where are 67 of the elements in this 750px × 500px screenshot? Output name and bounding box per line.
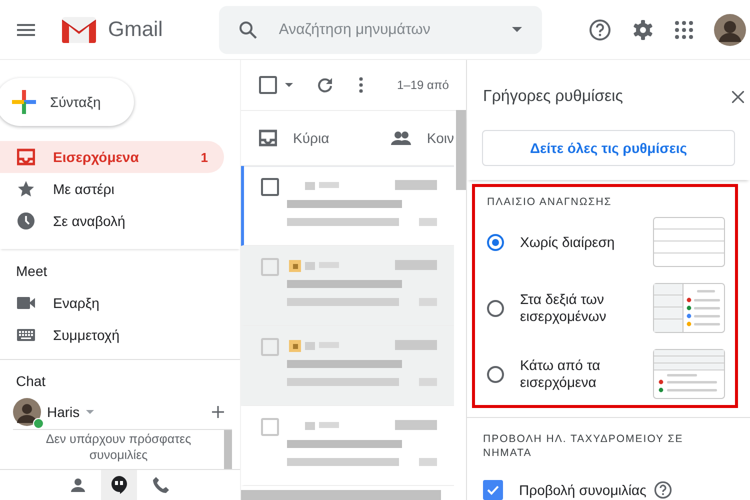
inbox-icon [17, 148, 35, 166]
category-tab[interactable]: Κύρια [241, 111, 373, 165]
radio-button[interactable] [487, 234, 504, 250]
nav-item[interactable]: Εναρξη [0, 287, 224, 319]
row-checkbox[interactable] [261, 178, 279, 196]
scrollbar[interactable] [241, 490, 441, 500]
nav-item[interactable]: Με αστέρι [0, 173, 224, 205]
envelope-logo-icon [62, 16, 96, 42]
star-icon [17, 180, 35, 198]
option-label[interactable]: Κάτω από τα εισερχόμενα [520, 357, 637, 391]
compose-button[interactable]: Σύνταξη [0, 78, 134, 126]
option-label[interactable]: Στα δεξιά των εισερχομένων [520, 291, 637, 325]
avatar[interactable] [714, 14, 746, 46]
section-title: ΠΛΑΙΣΙΟ ΑΝΑΓΝΩΣΗΣ [487, 195, 613, 209]
select-checkbox[interactable] [259, 76, 277, 94]
layout-preview-icon [653, 349, 725, 399]
checkmark-icon [486, 483, 500, 497]
empty-chat-text: Δεν υπάρχουν πρόσφατες συνομιλίες [44, 431, 192, 464]
scrollbar[interactable] [456, 110, 466, 190]
nav-item[interactable]: Εισερχόμενα 1 [0, 141, 224, 173]
more-vertical-icon[interactable] [359, 77, 363, 93]
layout-preview-icon [653, 283, 725, 333]
section-title: ΠΡΟΒΟΛΗ ΗΛ. ΤΑΧΥΔΡΟΜΕΙΟΥ ΣΕ ΝΗΜΑΤΑ [483, 432, 684, 460]
caret-icon[interactable] [512, 27, 522, 32]
user-name[interactable]: Haris [47, 404, 80, 420]
caret-icon[interactable] [86, 410, 94, 414]
all-settings-button[interactable]: Δείτε όλες τις ρυθμίσεις [482, 130, 735, 166]
layout-preview-icon [653, 217, 725, 267]
chat-bubble-icon[interactable] [111, 476, 127, 494]
help-icon[interactable] [589, 18, 611, 40]
row-checkbox[interactable] [261, 258, 279, 276]
help-icon[interactable] [654, 481, 672, 499]
radio-button[interactable] [487, 366, 504, 382]
inbox-icon [259, 129, 277, 147]
refresh-icon[interactable] [317, 77, 333, 93]
search-bar[interactable]: Αναζήτηση μηνυμάτων [218, 6, 542, 54]
radio-button[interactable] [487, 300, 504, 316]
section-title: Meet [15, 263, 48, 281]
checkbox[interactable] [483, 480, 503, 500]
settings-icon[interactable] [632, 18, 654, 40]
keyboard-icon [17, 329, 35, 341]
row-checkbox[interactable] [261, 418, 279, 436]
app-name: Gmail [108, 18, 163, 42]
caret-icon[interactable] [285, 83, 293, 87]
apps-grid-icon[interactable] [675, 20, 693, 38]
close-icon[interactable] [732, 90, 744, 102]
phone-icon[interactable] [153, 477, 169, 493]
category-tab[interactable]: Κοιν [372, 111, 454, 165]
search-icon [238, 20, 257, 38]
add-icon[interactable] [212, 406, 224, 418]
plus-icon [12, 90, 36, 114]
video-camera-icon [17, 297, 35, 309]
search-input[interactable]: Αναζήτηση μηνυμάτων [276, 20, 492, 39]
scrollbar[interactable] [224, 430, 232, 469]
nav-item[interactable]: Συμμετοχή [0, 319, 224, 351]
option-label[interactable]: Προβολή συνομιλίας [519, 482, 646, 498]
people-icon [390, 131, 411, 145]
nav-item[interactable]: Σε αναβολή [0, 205, 224, 237]
avatar [13, 398, 41, 426]
menu-icon[interactable] [17, 24, 35, 36]
row-checkbox[interactable] [261, 338, 279, 356]
clock-icon [17, 212, 35, 230]
option-label[interactable]: Χωρίς διαίρεση [520, 234, 637, 250]
section-title: Chat [15, 373, 47, 391]
panel-title: Γρήγορες ρυθμίσεις [483, 88, 623, 106]
person-icon[interactable] [71, 478, 85, 492]
page-range: 1–19 από [397, 78, 449, 92]
